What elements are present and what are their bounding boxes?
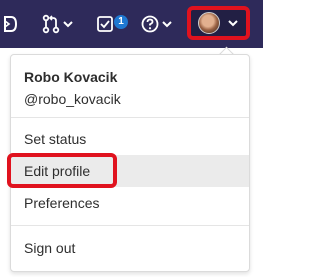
todo-count-badge: 1 <box>114 15 128 29</box>
user-menu-button[interactable] <box>187 6 250 40</box>
top-navbar: 1 <box>0 0 263 48</box>
user-handle: @robo_kovacik <box>24 91 121 107</box>
chevron-down-icon <box>162 21 172 28</box>
user-dropdown-menu: Robo Kovacik @robo_kovacik Set status Ed… <box>10 54 250 272</box>
merge-requests-dropdown[interactable] <box>42 14 73 34</box>
chevron-down-icon <box>228 20 238 27</box>
menu-item-sign-out[interactable]: Sign out <box>11 232 249 264</box>
menu-item-preferences[interactable]: Preferences <box>11 187 249 219</box>
user-name: Robo Kovacik <box>24 69 118 85</box>
todos-button[interactable] <box>97 14 113 34</box>
todo-icon <box>97 16 113 32</box>
menu-item-edit-profile[interactable]: Edit profile <box>11 155 249 187</box>
divider <box>11 225 249 226</box>
divider <box>11 117 249 118</box>
ide-button[interactable] <box>2 14 18 34</box>
ide-icon <box>4 16 18 32</box>
help-dropdown[interactable] <box>141 14 172 34</box>
chevron-down-icon <box>63 21 73 28</box>
page: 1 Robo Kovacik @robo_kovacik Set status … <box>0 0 263 277</box>
merge-request-icon <box>42 14 60 34</box>
menu-item-set-status[interactable]: Set status <box>11 123 249 155</box>
help-icon <box>141 15 159 33</box>
avatar <box>198 12 220 34</box>
